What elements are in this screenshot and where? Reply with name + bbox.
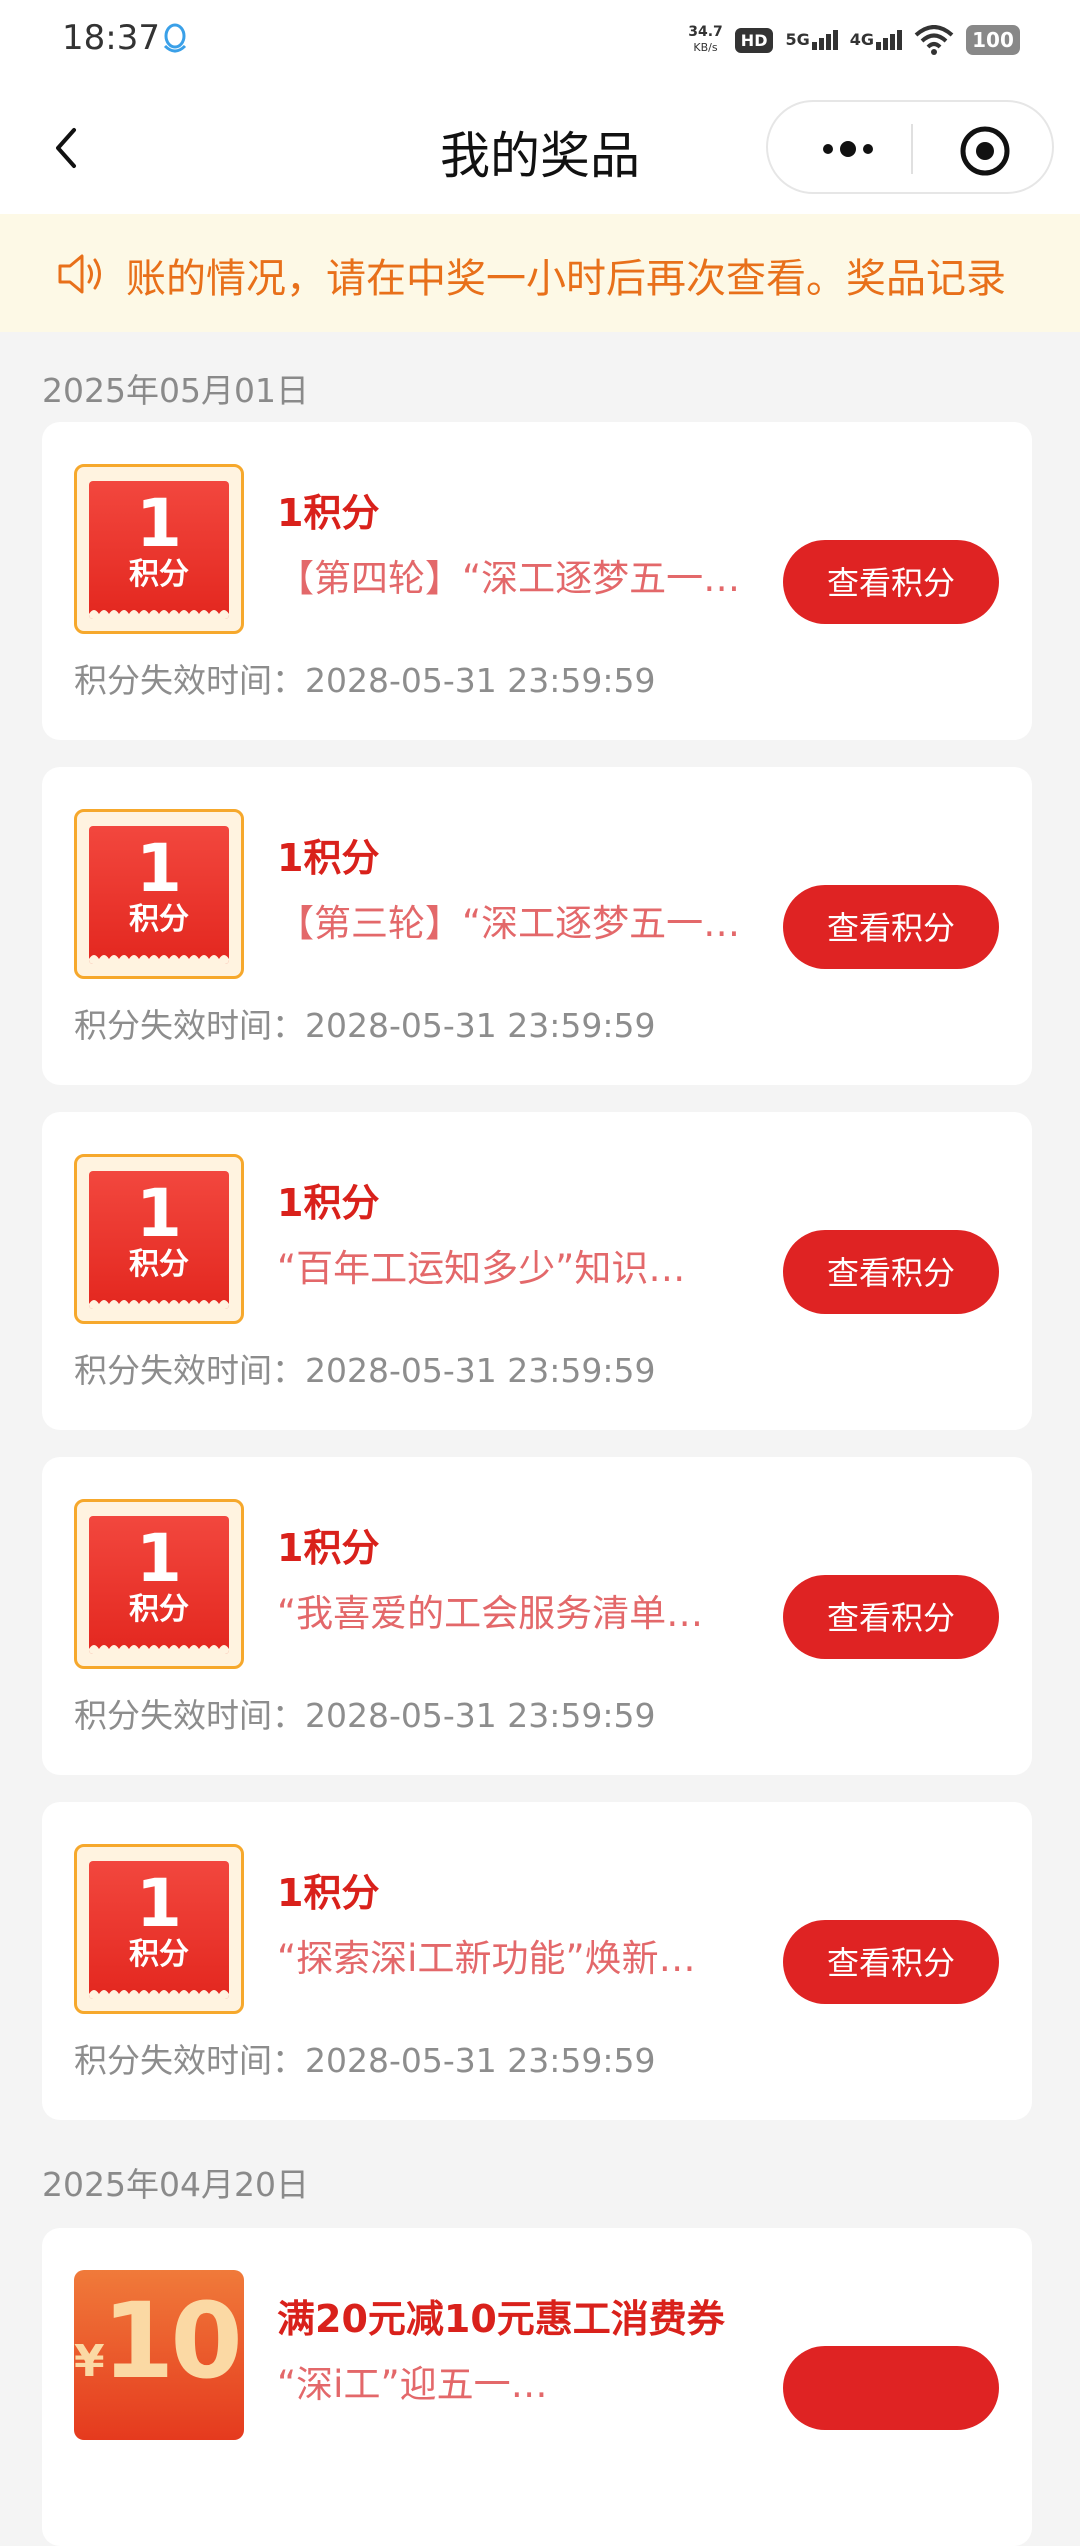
badge-number: 1 [136,485,182,562]
prize-name: 1积分 [277,1526,380,1570]
prize-card: 1 积分 1积分 “我喜爱的工会服务清单… 积分失效时间：2028-05-31 … [42,1457,1032,1775]
prize-card: 1 积分 1积分 “探索深i工新功能”焕新… 积分失效时间：2028-05-31… [42,1802,1032,2120]
expire-time: 积分失效时间：2028-05-31 23:59:59 [74,1696,656,1735]
prize-name: 1积分 [277,1871,380,1915]
signal-4g-icon: 4G [850,30,902,50]
points-badge: 1 积分 [74,1154,244,1324]
view-points-button[interactable]: 查看积分 [783,1230,999,1314]
prize-card: 1 积分 1积分 【第三轮】“深工逐梦五一… 积分失效时间：2028-05-31… [42,767,1032,1085]
prize-description: 【第三轮】“深工逐梦五一… [277,902,741,945]
notice-clip: 账的情况，请在中奖一小时后再次查看。奖品记录 [126,214,1036,332]
status-bar: 18:37 34.7 KB/s HD 5G 4G 100 [0,0,1080,82]
points-badge: 1 积分 [74,1844,244,2014]
badge-unit: 积分 [129,1937,189,1972]
view-points-button[interactable]: 查看积分 [783,1920,999,2004]
points-badge: 1 积分 [74,809,244,979]
signal-5g-icon: 5G [785,30,838,50]
badge-number: 1 [136,1520,182,1597]
capsule-divider [911,124,913,174]
prize-name: 1积分 [277,836,380,880]
target-close-icon[interactable] [958,124,1012,178]
badge-number: 1 [136,1175,182,1252]
prize-card: 1 积分 1积分 “百年工运知多少”知识… 积分失效时间：2028-05-31 … [42,1112,1032,1430]
prize-description: “深i工”迎五一… [277,2363,548,2406]
status-time: 18:37 [62,18,160,58]
view-points-button[interactable]: 查看积分 [783,540,999,624]
prize-name: 1积分 [277,491,380,535]
wave-edge-icon [89,610,229,619]
mini-program-capsule [766,100,1054,194]
prize-list: 2025年05月01日 1 积分 1积分 【第四轮】“深工逐梦五一… 积分失效时… [0,332,1080,2546]
badge-number: 1 [136,1865,182,1942]
prize-card: ¥ 10 满20元减10元惠工消费券 “深i工”迎五一… [42,2228,1032,2546]
badge-unit: 积分 [129,902,189,937]
view-coupon-button[interactable] [783,2346,999,2430]
more-dots-icon[interactable] [808,124,888,174]
nav-bar: 我的奖品 [0,82,1080,214]
badge-unit: 积分 [129,1592,189,1627]
prize-description: “百年工运知多少”知识… [277,1247,686,1290]
coupon-amount: 10 [102,2280,243,2402]
speaker-icon [58,254,101,294]
prize-card: 1 积分 1积分 【第四轮】“深工逐梦五一… 积分失效时间：2028-05-31… [42,422,1032,740]
points-badge: 1 积分 [74,464,244,634]
expire-time: 积分失效时间：2028-05-31 23:59:59 [74,1351,656,1390]
badge-unit: 积分 [129,1247,189,1282]
coupon-badge: ¥ 10 [74,2270,244,2440]
prize-name: 满20元减10元惠工消费券 [277,2297,725,2341]
expire-time: 积分失效时间：2028-05-31 23:59:59 [74,661,656,700]
date-header: 2025年05月01日 [42,371,309,410]
expire-time: 积分失效时间：2028-05-31 23:59:59 [74,2041,656,2080]
wifi-icon [914,25,954,55]
date-header: 2025年04月20日 [42,2165,309,2204]
wave-edge-icon [89,1300,229,1309]
prize-description: “探索深i工新功能”焕新… [277,1937,696,1980]
prize-description: 【第四轮】“深工逐梦五一… [277,557,741,600]
points-badge: 1 积分 [74,1499,244,1669]
wave-edge-icon [89,1645,229,1654]
notice-bar: 账的情况，请在中奖一小时后再次查看。奖品记录 [0,214,1080,332]
badge-number: 1 [136,830,182,907]
battery-icon: 100 [966,25,1020,55]
hd-icon: HD [734,27,774,53]
view-points-button[interactable]: 查看积分 [783,1575,999,1659]
yen-symbol: ¥ [74,2336,105,2387]
view-points-button[interactable]: 查看积分 [783,885,999,969]
notice-text: 账的情况，请在中奖一小时后再次查看。奖品记录 [126,256,1006,302]
status-indicators: 34.7 KB/s HD 5G 4G 100 [688,18,1020,62]
network-speed: 34.7 KB/s [688,24,723,55]
expire-time: 积分失效时间：2028-05-31 23:59:59 [74,1006,656,1045]
qq-icon [163,23,187,53]
wave-edge-icon [89,955,229,964]
badge-unit: 积分 [129,557,189,592]
wave-edge-icon [89,1990,229,1999]
prize-description: “我喜爱的工会服务清单… [277,1592,704,1635]
prize-name: 1积分 [277,1181,380,1225]
